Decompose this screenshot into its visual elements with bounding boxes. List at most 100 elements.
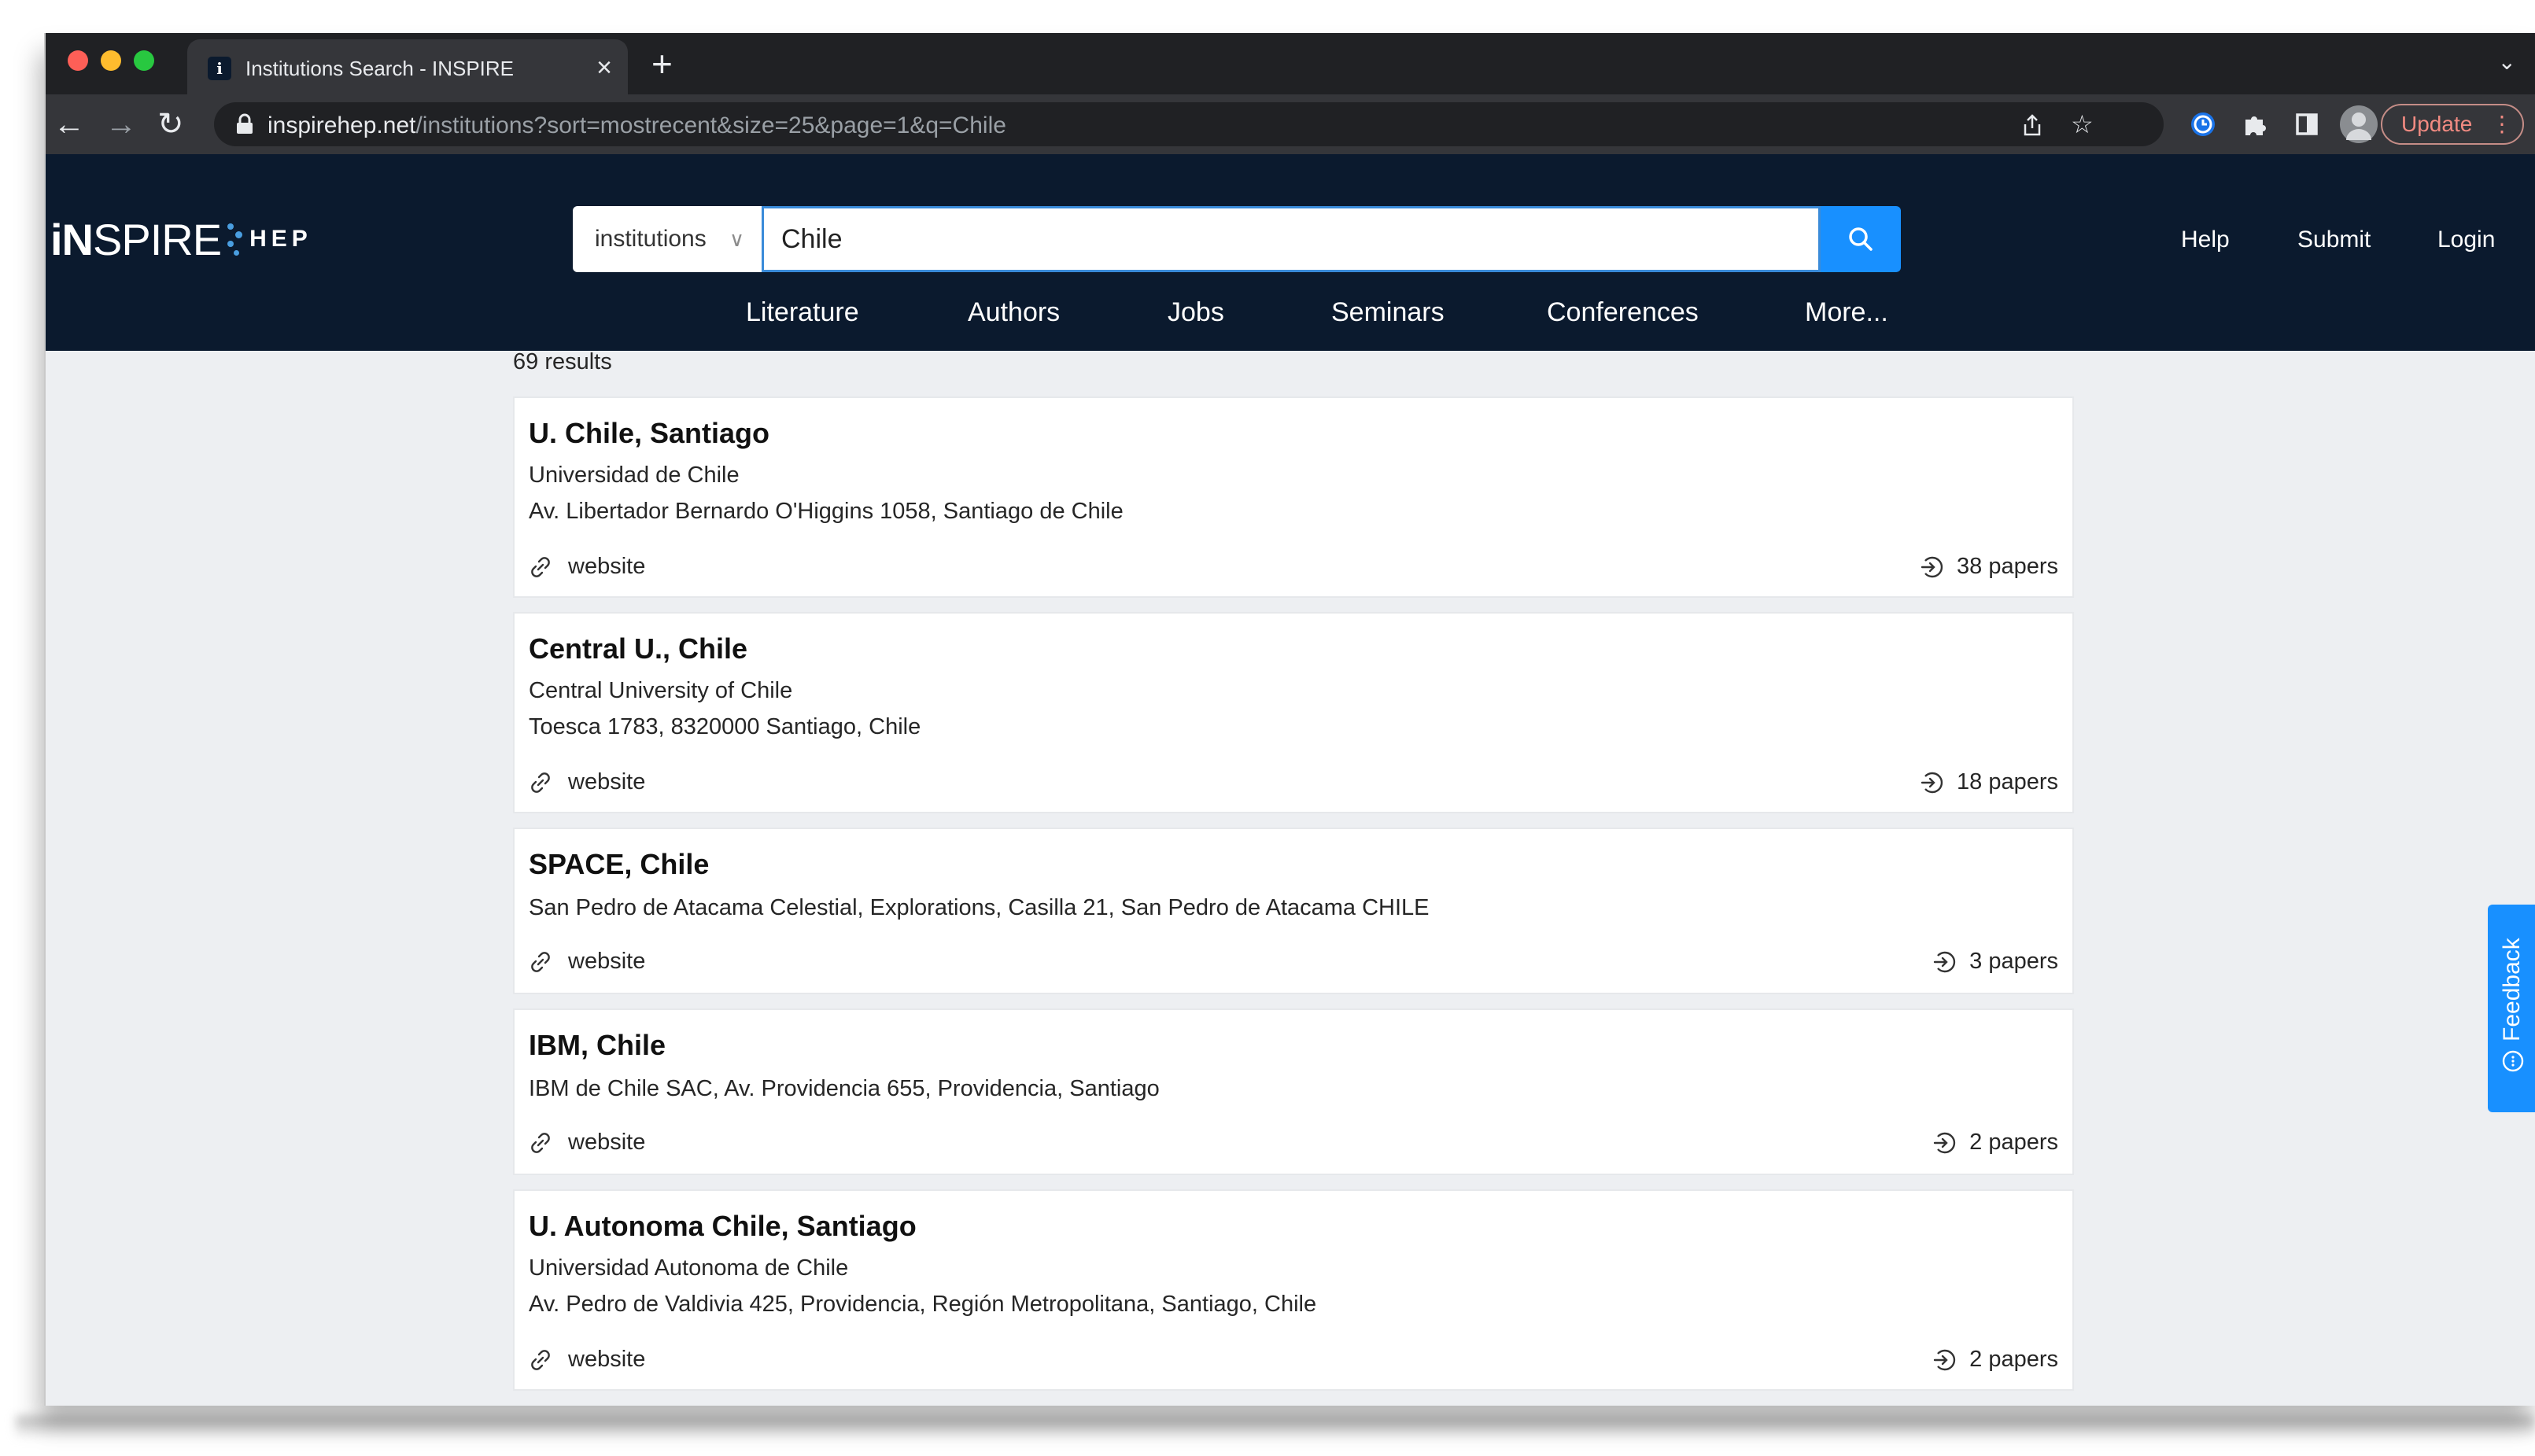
browser-toolbar: ← → ↻ inspirehep.net/institutions?sort=m… [46,94,2535,154]
update-label: Update [2401,112,2473,136]
institution-card: U. Autonoma Chile, Santiago Universidad … [513,1189,2074,1391]
update-button[interactable]: Update ⋮ [2381,104,2524,145]
website-link[interactable]: website [529,949,645,975]
url-host: inspirehep.net [268,112,416,138]
new-tab-button[interactable]: + [651,44,673,83]
address-bar[interactable]: inspirehep.net/institutions?sort=mostrec… [214,102,2164,146]
papers-link[interactable]: 3 papers [1932,949,2058,975]
feedback-label: Feedback [2499,938,2526,1073]
login-link[interactable]: Login [2437,227,2495,253]
website-label: website [568,554,646,579]
institution-address: Av. Pedro de Valdivia 425, Providencia, … [529,1292,1317,1317]
papers-link[interactable]: 2 papers [1932,1130,2058,1156]
papers-count: 3 papers [1969,949,2058,974]
avatar[interactable] [2340,105,2378,143]
institution-name: Central University of Chile [529,678,793,703]
nav-literature[interactable]: Literature [746,297,859,328]
feedback-chat-icon [2502,1050,2524,1072]
logo-wordmark: iNSPIRE [50,214,222,265]
submit-link[interactable]: Submit [2297,227,2371,253]
share-icon[interactable] [2020,113,2044,137]
website-label: website [568,769,646,794]
sidepanel-icon[interactable] [2291,109,2323,140]
papers-count: 38 papers [1957,554,2058,579]
nav-authors[interactable]: Authors [968,297,1060,328]
reload-icon[interactable]: ↻ [157,105,184,143]
logo-prefix: iN [50,214,94,264]
bookmark-star-icon[interactable]: ☆ [2071,110,2094,138]
forward-arrow-icon[interactable]: → [105,105,137,143]
inspire-logo[interactable]: iNSPIRE HEP [50,214,312,264]
nav-jobs[interactable]: Jobs [1168,297,1224,328]
url-text[interactable]: inspirehep.net/institutions?sort=mostrec… [268,112,1006,139]
institution-address: San Pedro de Atacama Celestial, Explorat… [529,895,1430,920]
link-icon [531,951,550,972]
website-link[interactable]: website [529,554,645,580]
feedback-tab[interactable]: Feedback [2488,905,2535,1112]
help-link[interactable]: Help [2181,227,2230,253]
close-window-button[interactable] [68,50,88,71]
chevron-down-icon: ∨ [729,227,744,251]
url-path: /institutions?sort=mostrecent&size=25&pa… [415,112,1006,138]
papers-count: 2 papers [1969,1347,2058,1372]
inspire-favicon-icon: i [208,57,231,80]
nav-seminars[interactable]: Seminars [1331,297,1445,328]
institution-title[interactable]: SPACE, Chile [529,848,709,881]
search-button[interactable] [1821,206,1901,272]
more-vert-icon[interactable]: ⋮ [2491,105,2513,143]
papers-link[interactable]: 2 papers [1932,1347,2058,1373]
puzzle-icon[interactable] [2239,109,2271,140]
institution-card: Central U., Chile Central University of … [513,612,2074,813]
tab-close-icon[interactable]: × [596,52,612,83]
institution-card: U. Chile, Santiago Universidad de Chile … [513,396,2074,598]
website-link[interactable]: website [529,1130,645,1156]
institution-address: Av. Libertador Bernardo O'Higgins 1058, … [529,499,1124,524]
institution-card: SPACE, Chile San Pedro de Atacama Celest… [513,828,2074,994]
search-icon [1849,227,1873,251]
papers-count: 2 papers [1969,1130,2058,1155]
tab-strip: i Institutions Search - INSPIRE × + ⌄ [46,33,2535,94]
maximize-window-button[interactable] [134,50,154,71]
minimize-window-button[interactable] [101,50,121,71]
window-shadow [16,1416,2535,1439]
lock-icon[interactable] [234,113,255,135]
login-arrow-icon [1921,556,1943,577]
tab-search-chevron-icon[interactable]: ⌄ [2498,49,2516,75]
search-input[interactable]: Chile [762,206,1821,272]
institution-name: Universidad de Chile [529,463,740,488]
institution-title[interactable]: IBM, Chile [529,1029,666,1062]
institution-card: IBM, Chile IBM de Chile SAC, Av. Provide… [513,1008,2074,1175]
institution-name: Universidad Autonoma de Chile [529,1255,849,1281]
institution-address: IBM de Chile SAC, Av. Providencia 655, P… [529,1076,1160,1101]
search-scope-value: institutions [595,226,707,252]
logo-hep: HEP [249,226,312,252]
feedback-text: Feedback [2499,938,2525,1041]
institution-title[interactable]: U. Autonoma Chile, Santiago [529,1210,917,1243]
logo-dots-icon [224,214,246,264]
extension-clock-icon[interactable] [2187,109,2219,140]
browser-window: i Institutions Search - INSPIRE × + ⌄ ← … [44,33,2535,1406]
login-arrow-icon [1933,1349,1956,1370]
site-header: iNSPIRE HEP institutions ∨ Chile Help Su… [46,154,2535,351]
website-link[interactable]: website [529,1347,645,1373]
profile-icon [2346,112,2371,140]
search-scope-select[interactable]: institutions ∨ [573,206,762,272]
login-arrow-icon [1921,772,1943,793]
website-link[interactable]: website [529,769,645,795]
institution-title[interactable]: Central U., Chile [529,632,747,665]
website-label: website [568,1347,646,1372]
institution-address: Toesca 1783, 8320000 Santiago, Chile [529,714,921,739]
papers-link[interactable]: 18 papers [1919,769,2058,795]
login-arrow-icon [1933,1132,1956,1153]
papers-link[interactable]: 38 papers [1919,554,2058,580]
link-icon [531,556,550,577]
browser-tab-active[interactable]: i Institutions Search - INSPIRE × [187,39,628,94]
link-icon [531,772,550,793]
nav-conferences[interactable]: Conferences [1547,297,1699,328]
logo-suffix: SPIRE [93,214,222,264]
nav-more[interactable]: More... [1805,297,1888,328]
results-count: 69 results [513,349,612,374]
back-arrow-icon[interactable]: ← [54,105,85,143]
link-icon [531,1349,550,1370]
institution-title[interactable]: U. Chile, Santiago [529,417,769,450]
